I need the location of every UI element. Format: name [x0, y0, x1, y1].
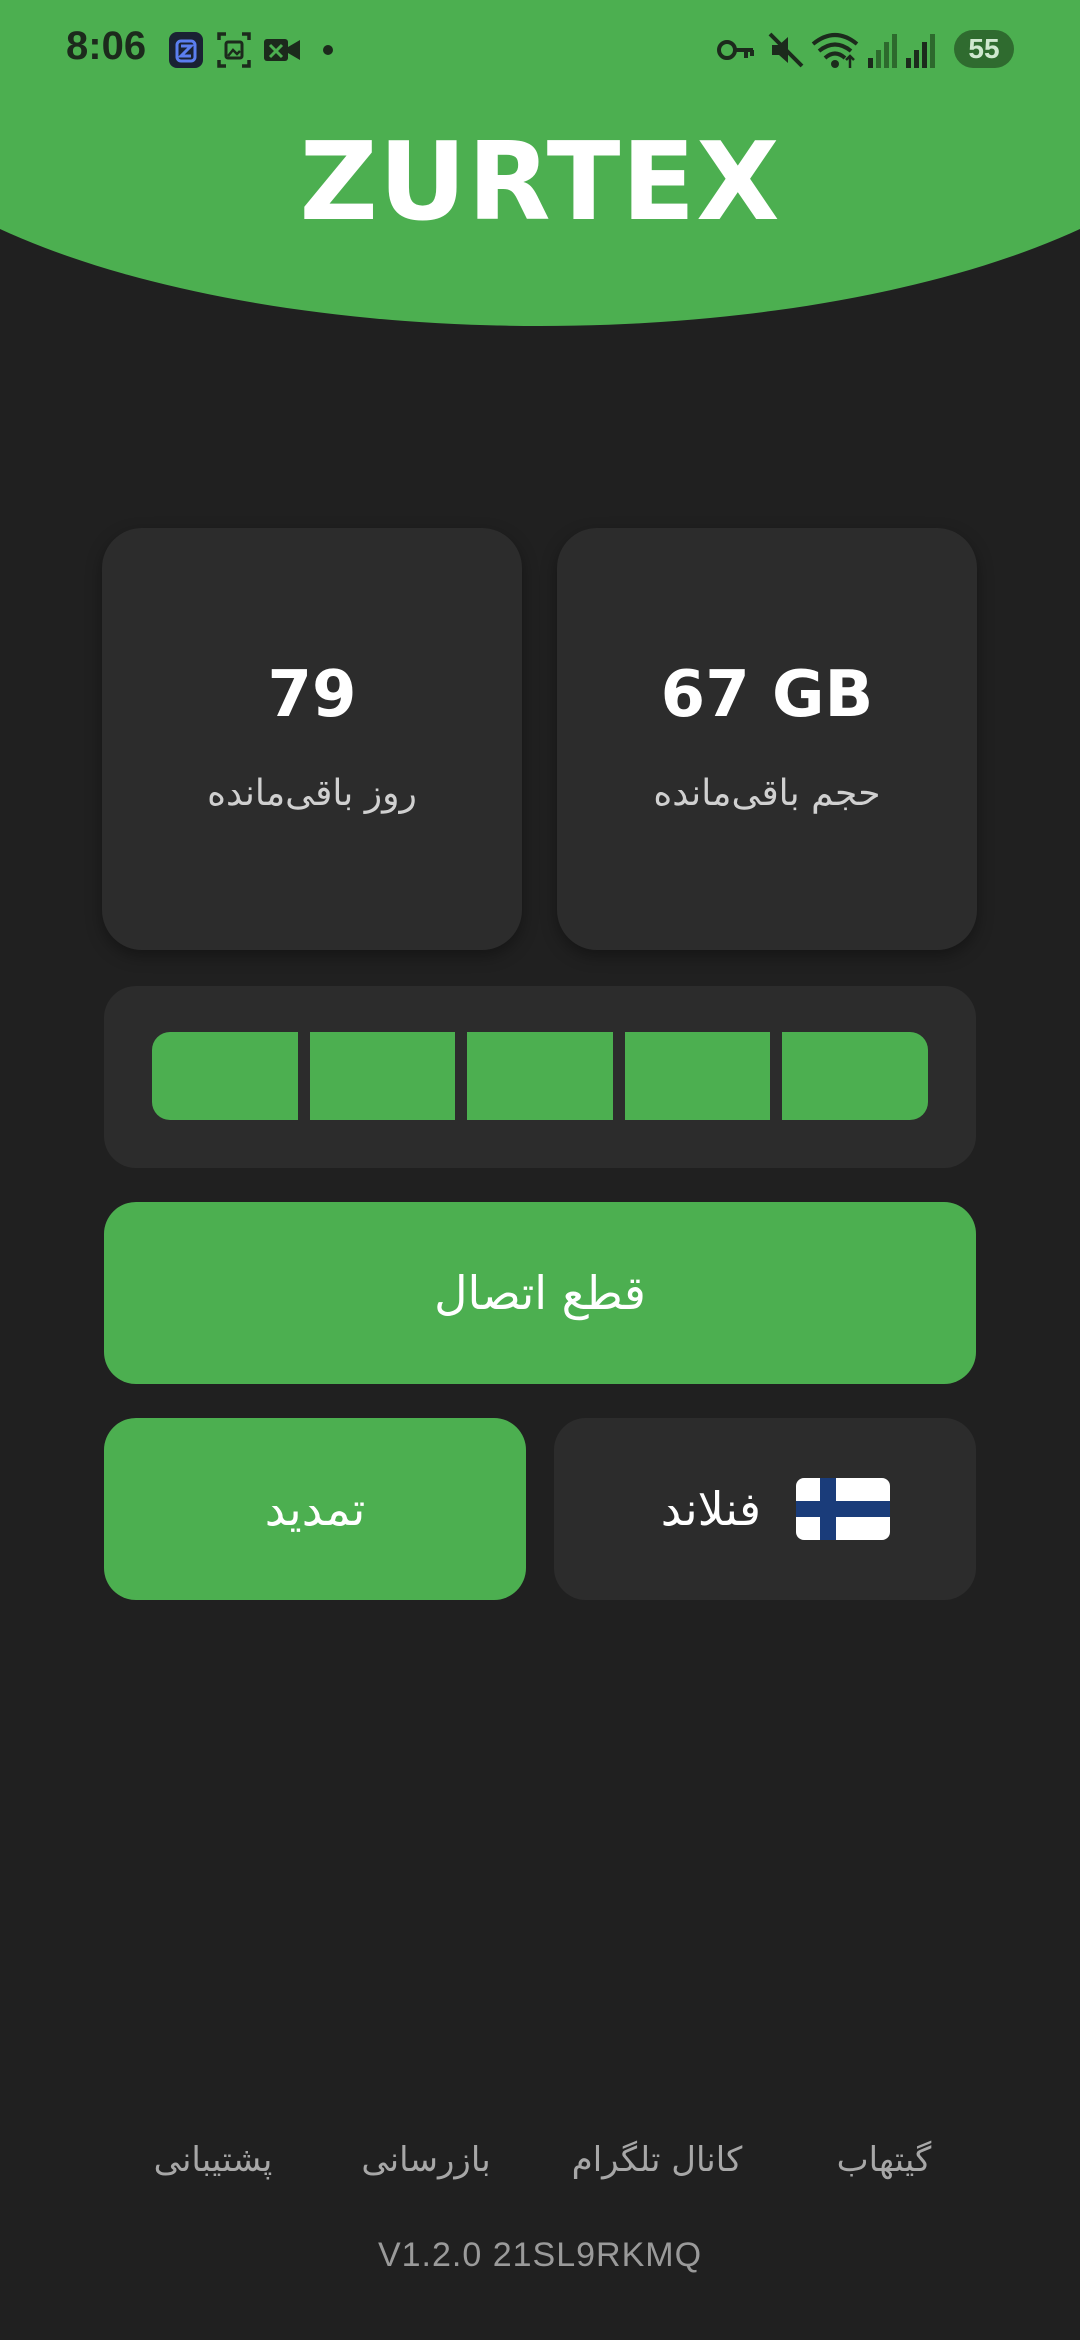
telegram-channel-link[interactable]: کانال تلگرام: [572, 2140, 743, 2180]
footer-links: پشتیبانی بازرسانی کانال تلگرام گیتهاب: [0, 2140, 1080, 2190]
wifi-icon: [811, 33, 859, 68]
status-time: 8:06: [66, 24, 147, 68]
volume-remaining-value: 67 GB: [660, 658, 874, 732]
vpn-key-icon: [717, 40, 754, 60]
progress-segment: [152, 1032, 298, 1120]
volume-remaining-label: حجم باقی‌مانده: [653, 773, 881, 814]
dot-icon: [323, 45, 333, 55]
days-remaining-value: 79: [267, 658, 357, 732]
support-link[interactable]: پشتیبانی: [154, 2140, 273, 2180]
usage-progress-card: [104, 986, 976, 1168]
signal-2-icon: [906, 34, 935, 68]
app-title: ZURTEX: [299, 120, 781, 245]
battery-indicator: 55: [954, 30, 1014, 68]
screenshot-icon: [217, 32, 251, 68]
status-bar: 8:06 55: [0, 0, 1080, 100]
renew-button-label: تمدید: [264, 1482, 366, 1536]
inspection-link[interactable]: بازرسانی: [361, 2140, 490, 2180]
vpn-app-icon: [169, 32, 203, 68]
days-remaining-label: روز باقی‌مانده: [207, 773, 417, 814]
app-screen: 8:06: [0, 0, 1080, 2340]
renew-button[interactable]: تمدید: [104, 1418, 526, 1600]
days-remaining-card: 79 روز باقی‌مانده: [102, 528, 522, 950]
progress-segment: [624, 1032, 771, 1120]
mute-icon: [768, 32, 804, 68]
server-label: فنلاند: [660, 1482, 761, 1536]
disconnect-button-label: قطع اتصال: [434, 1266, 646, 1320]
video-off-icon: [264, 39, 300, 61]
finland-flag-icon: [796, 1478, 890, 1540]
github-link[interactable]: گیتهاب: [837, 2140, 932, 2180]
signal-1-icon: [868, 34, 897, 68]
progress-segment: [309, 1032, 456, 1120]
version-text: V1.2.0 21SL9RKMQ: [377, 2236, 703, 2274]
server-select-button[interactable]: فنلاند: [554, 1418, 976, 1600]
volume-remaining-card: 67 GB حجم باقی‌مانده: [557, 528, 977, 950]
disconnect-button[interactable]: قطع اتصال: [104, 1202, 976, 1384]
progress-segment: [467, 1032, 613, 1120]
progress-segment: [782, 1032, 928, 1120]
usage-progress-bar: [152, 1032, 928, 1120]
